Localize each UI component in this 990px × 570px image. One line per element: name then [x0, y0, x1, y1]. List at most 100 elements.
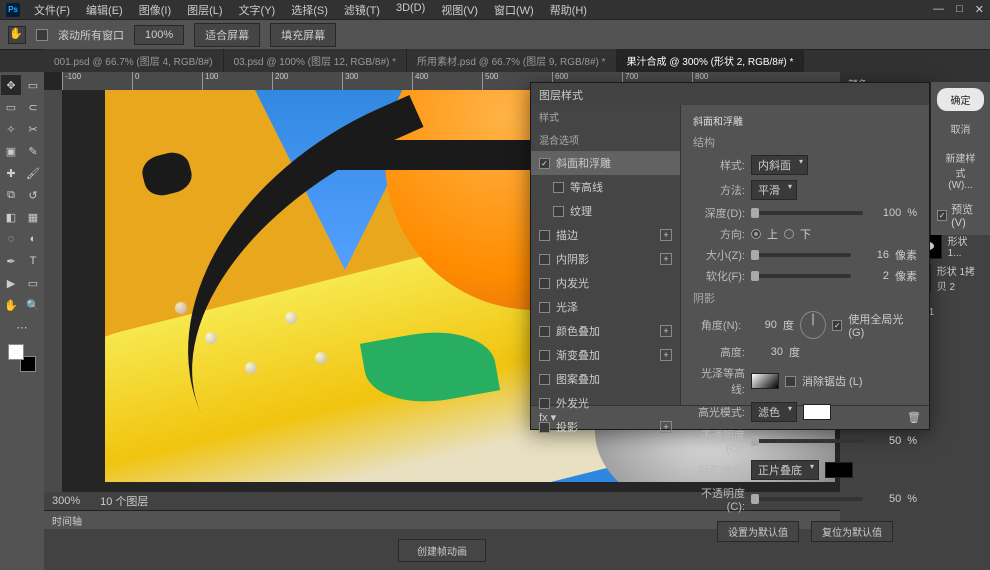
technique-dropdown[interactable]: 平滑 [751, 180, 797, 200]
pen-tool[interactable]: ✒ [1, 251, 21, 271]
scroll-all-checkbox[interactable] [36, 29, 48, 41]
style-item[interactable]: 颜色叠加+ [531, 319, 680, 343]
antialias-checkbox[interactable] [785, 376, 796, 387]
soften-slider[interactable] [751, 274, 851, 278]
brush-tool[interactable]: 🖌 [23, 163, 43, 183]
menu-edit[interactable]: 编辑(E) [80, 0, 129, 20]
menu-3d[interactable]: 3D(D) [390, 0, 431, 20]
blend-header[interactable]: 混合选项 [531, 128, 680, 151]
style-checkbox[interactable] [539, 302, 550, 313]
wand-tool[interactable]: ✧ [1, 119, 21, 139]
style-checkbox[interactable] [539, 278, 550, 289]
set-default-button[interactable]: 设置为默认值 [717, 521, 799, 542]
lasso-tool[interactable]: ⊂ [23, 97, 43, 117]
altitude-value[interactable]: 30 [751, 346, 783, 358]
opacity1-value[interactable]: 50 [869, 435, 901, 447]
tab-doc-0[interactable]: 001.psd @ 66.7% (图层 4, RGB/8#) [44, 49, 224, 72]
menu-view[interactable]: 视图(V) [435, 0, 484, 20]
add-effect-icon[interactable]: + [660, 325, 672, 337]
depth-slider[interactable] [751, 211, 863, 215]
style-checkbox[interactable] [553, 206, 564, 217]
style-item[interactable]: 内阴影+ [531, 247, 680, 271]
global-light-checkbox[interactable] [832, 320, 842, 331]
depth-value[interactable]: 100 [869, 207, 901, 219]
edit-toolbar-icon[interactable]: ⋯ [12, 317, 32, 337]
style-checkbox[interactable] [539, 398, 550, 409]
menu-file[interactable]: 文件(F) [28, 0, 76, 20]
ok-button[interactable]: 确定 [937, 88, 984, 111]
add-effect-icon[interactable]: + [660, 421, 672, 433]
style-checkbox[interactable] [539, 350, 550, 361]
eraser-tool[interactable]: ◧ [1, 207, 21, 227]
style-item[interactable]: 内发光 [531, 271, 680, 295]
cancel-button[interactable]: 取消 [937, 117, 984, 140]
style-checkbox[interactable] [539, 374, 550, 385]
zoom-tool[interactable]: 🔍 [23, 295, 43, 315]
menu-image[interactable]: 图像(I) [133, 0, 177, 20]
type-tool[interactable]: T [23, 251, 43, 271]
minimize-icon[interactable]: — [933, 3, 944, 16]
path-select-tool[interactable]: ▶ [1, 273, 21, 293]
reset-default-button[interactable]: 复位为默认值 [811, 521, 893, 542]
gloss-contour[interactable] [751, 373, 779, 389]
history-brush-tool[interactable]: ↺ [23, 185, 43, 205]
color-swatches[interactable] [8, 344, 36, 372]
menu-window[interactable]: 窗口(W) [488, 0, 540, 20]
menu-select[interactable]: 选择(S) [285, 0, 334, 20]
dir-up-radio[interactable] [751, 229, 761, 239]
style-item[interactable]: 纹理 [531, 199, 680, 223]
menu-layer[interactable]: 图层(L) [181, 0, 228, 20]
shape-tool[interactable]: ▭ [23, 273, 43, 293]
create-frame-button[interactable]: 创建帧动画 [398, 539, 486, 562]
close-icon[interactable]: ✕ [975, 3, 984, 16]
dir-down-radio[interactable] [784, 229, 794, 239]
angle-value[interactable]: 90 [747, 319, 777, 331]
hand-tool[interactable]: ✋ [1, 295, 21, 315]
new-style-button[interactable]: 新建样式(W)... [937, 146, 984, 195]
style-dropdown[interactable]: 内斜面 [751, 155, 808, 175]
opacity2-value[interactable]: 50 [869, 493, 901, 505]
zoom-100-button[interactable]: 100% [134, 25, 184, 45]
opacity2-slider[interactable] [751, 497, 863, 501]
maximize-icon[interactable]: □ [956, 3, 963, 16]
style-checkbox[interactable] [539, 254, 550, 265]
frame-tool[interactable]: ▣ [1, 141, 21, 161]
opacity1-slider[interactable] [751, 439, 863, 443]
menu-type[interactable]: 文字(Y) [233, 0, 282, 20]
style-item[interactable]: 斜面和浮雕 [531, 151, 680, 175]
tab-doc-1[interactable]: 03.psd @ 100% (图层 12, RGB/8#) * [224, 49, 407, 72]
add-effect-icon[interactable]: + [660, 253, 672, 265]
style-item[interactable]: 描边+ [531, 223, 680, 247]
healing-tool[interactable]: ✚ [1, 163, 21, 183]
style-item[interactable]: 等高线 [531, 175, 680, 199]
marquee-tool[interactable]: ▭ [1, 97, 21, 117]
tab-doc-2[interactable]: 所用素材.psd @ 66.7% (图层 9, RGB/8#) * [407, 49, 617, 72]
move-tool[interactable]: ✥ [1, 75, 21, 95]
soften-value[interactable]: 2 [857, 270, 889, 282]
fit-screen-button[interactable]: 适合屏幕 [194, 23, 260, 47]
highlight-dropdown[interactable]: 滤色 [751, 402, 797, 422]
trash-icon[interactable]: 🗑 [907, 411, 921, 424]
style-item[interactable]: 渐变叠加+ [531, 343, 680, 367]
tab-doc-3[interactable]: 果汁合成 @ 300% (形状 2, RGB/8#) * [617, 49, 805, 72]
highlight-color[interactable] [803, 404, 831, 420]
dodge-tool[interactable]: ◐ [23, 229, 43, 249]
style-checkbox[interactable] [553, 182, 564, 193]
angle-dial[interactable] [800, 311, 826, 339]
preview-checkbox[interactable] [937, 210, 947, 221]
shadow-dropdown[interactable]: 正片叠底 [751, 460, 819, 480]
style-checkbox[interactable] [539, 230, 550, 241]
fx-icon[interactable]: fx ▾ [539, 411, 556, 424]
size-slider[interactable] [751, 253, 851, 257]
shadow-color[interactable] [825, 462, 853, 478]
add-effect-icon[interactable]: + [660, 349, 672, 361]
menu-help[interactable]: 帮助(H) [544, 0, 593, 20]
menu-filter[interactable]: 滤镜(T) [338, 0, 386, 20]
blur-tool[interactable]: ◌ [1, 229, 21, 249]
gradient-tool[interactable]: ▦ [23, 207, 43, 227]
style-item[interactable]: 光泽 [531, 295, 680, 319]
crop-tool[interactable]: ✂ [23, 119, 43, 139]
style-checkbox[interactable] [539, 326, 550, 337]
add-effect-icon[interactable]: + [660, 229, 672, 241]
stamp-tool[interactable]: ⧉ [1, 185, 21, 205]
